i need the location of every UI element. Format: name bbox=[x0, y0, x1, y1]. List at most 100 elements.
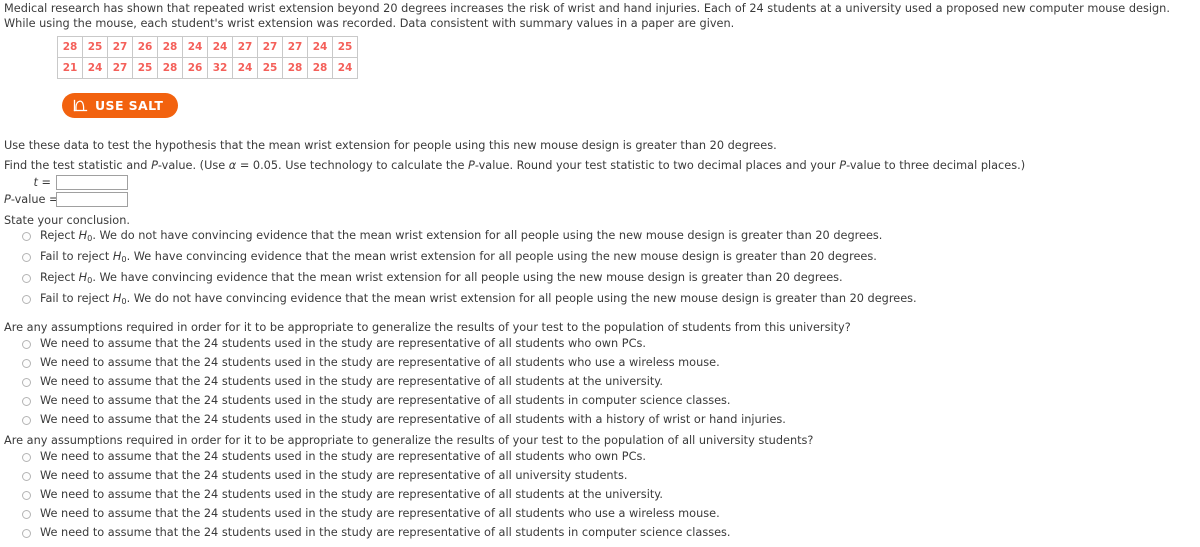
data-cell: 24 bbox=[232, 57, 258, 79]
radio-button[interactable] bbox=[22, 359, 31, 368]
radio-button[interactable] bbox=[22, 253, 31, 262]
data-cell: 25 bbox=[132, 57, 158, 79]
data-cell: 25 bbox=[332, 36, 358, 58]
data-cell: 27 bbox=[257, 36, 283, 58]
conclusion-rest-text: . We have convincing evidence that the m… bbox=[92, 271, 843, 284]
assumption-option-2-label: We need to assume that the 24 students u… bbox=[40, 450, 646, 463]
data-cell: 28 bbox=[157, 36, 183, 58]
radio-button[interactable] bbox=[22, 491, 31, 500]
assumptions-question-1: Are any assumptions required in order fo… bbox=[4, 321, 851, 334]
data-cell: 24 bbox=[82, 57, 108, 79]
data-cell: 26 bbox=[132, 36, 158, 58]
data-table-container: 28 25 27 26 28 24 24 27 27 27 24 25 21 24 27 25 28 26 32 24… bbox=[57, 36, 358, 79]
assumption-option-1-label: We need to assume that the 24 students u… bbox=[40, 413, 786, 426]
data-cell: 32 bbox=[207, 57, 233, 79]
assumption-option-1[interactable]: We need to assume that the 24 students u… bbox=[22, 393, 786, 412]
data-cell: 25 bbox=[82, 36, 108, 58]
radio-button[interactable] bbox=[22, 378, 31, 387]
conclusion-rest-text: . We do not have convincing evidence tha… bbox=[126, 292, 917, 305]
conclusion-option[interactable]: Fail to reject H0. We have convincing ev… bbox=[22, 249, 917, 270]
data-cell: 24 bbox=[182, 36, 208, 58]
data-cell: 24 bbox=[207, 36, 233, 58]
data-cell: 27 bbox=[282, 36, 308, 58]
radio-button[interactable] bbox=[22, 295, 31, 304]
data-cell: 26 bbox=[182, 57, 208, 79]
assumption-option-1[interactable]: We need to assume that the 24 students u… bbox=[22, 374, 786, 393]
assumption-option-1[interactable]: We need to assume that the 24 students u… bbox=[22, 336, 786, 355]
assumption-options-group-2: We need to assume that the 24 students u… bbox=[22, 449, 731, 544]
conclusion-option-label: Reject H0. We do not have convincing evi… bbox=[40, 228, 882, 246]
assumption-option-2-label: We need to assume that the 24 students u… bbox=[40, 526, 731, 539]
decision-text: Reject bbox=[40, 229, 79, 242]
p-value-field-row: P-value = bbox=[4, 191, 128, 207]
assumption-option-2[interactable]: We need to assume that the 24 students u… bbox=[22, 468, 731, 487]
conclusion-option[interactable]: Fail to reject H0. We do not have convin… bbox=[22, 291, 917, 312]
use-salt-label: USE SALT bbox=[95, 98, 164, 113]
use-salt-button[interactable]: USE SALT bbox=[62, 93, 179, 118]
data-table-body: 28 25 27 26 28 24 24 27 27 27 24 25 21 24 27 25 28 26 32 24… bbox=[57, 36, 358, 79]
data-cell: 24 bbox=[332, 57, 358, 79]
conclusion-rest-text: . We do not have convincing evidence tha… bbox=[92, 229, 883, 242]
radio-button[interactable] bbox=[22, 232, 31, 241]
conclusion-rest-text: . We have convincing evidence that the m… bbox=[126, 250, 877, 263]
data-cell: 27 bbox=[107, 57, 133, 79]
data-cell: 28 bbox=[307, 57, 333, 79]
assumption-option-2[interactable]: We need to assume that the 24 students u… bbox=[22, 506, 731, 525]
radio-button[interactable] bbox=[22, 453, 31, 462]
decision-text: Reject bbox=[40, 271, 79, 284]
p-italic-2: P bbox=[468, 159, 475, 172]
data-cell: 24 bbox=[307, 36, 333, 58]
assumption-option-2[interactable]: We need to assume that the 24 students u… bbox=[22, 525, 731, 544]
data-cell: 21 bbox=[57, 57, 83, 79]
radio-button[interactable] bbox=[22, 274, 31, 283]
assumption-option-1-label: We need to assume that the 24 students u… bbox=[40, 337, 646, 350]
find-text-3: = 0.05. Use technology to calculate the bbox=[236, 159, 468, 172]
table-row: 28 25 27 26 28 24 24 27 27 27 24 25 bbox=[57, 36, 358, 58]
conclusion-option[interactable]: Reject H0. We have convincing evidence t… bbox=[22, 270, 917, 291]
t-statistic-input[interactable] bbox=[56, 174, 128, 190]
radio-button[interactable] bbox=[22, 510, 31, 519]
p-value-input[interactable] bbox=[56, 191, 128, 207]
data-cell: 27 bbox=[107, 36, 133, 58]
table-row: 21 24 27 25 28 26 32 24 25 28 28 24 bbox=[57, 57, 358, 79]
assumption-option-2-label: We need to assume that the 24 students u… bbox=[40, 507, 720, 520]
radio-button[interactable] bbox=[22, 416, 31, 425]
h-null-symbol: H bbox=[78, 271, 88, 284]
p-symbol: P bbox=[4, 192, 11, 206]
radio-button[interactable] bbox=[22, 529, 31, 538]
find-statistic-instruction: Find the test statistic and P-value. (Us… bbox=[4, 159, 1025, 173]
h-null-symbol: H bbox=[78, 229, 88, 242]
assumption-option-2[interactable]: We need to assume that the 24 students u… bbox=[22, 449, 731, 468]
p-value-label: P-value = bbox=[4, 192, 59, 206]
assumption-option-2[interactable]: We need to assume that the 24 students u… bbox=[22, 487, 731, 506]
problem-statement: Medical research has shown that repeated… bbox=[4, 2, 1170, 30]
radio-button[interactable] bbox=[22, 472, 31, 481]
exercise-page: Medical research has shown that repeated… bbox=[0, 0, 1200, 547]
assumption-option-2-label: We need to assume that the 24 students u… bbox=[40, 488, 663, 501]
wrist-extension-data-table: 28 25 27 26 28 24 24 27 27 27 24 25 21 24 27 25 28 26 32 24… bbox=[57, 36, 358, 79]
find-text-4: -value. Round your test statistic to two… bbox=[474, 159, 840, 172]
state-conclusion-prompt: State your conclusion. bbox=[4, 214, 130, 227]
t-statistic-label: t = bbox=[4, 176, 56, 189]
data-cell: 28 bbox=[282, 57, 308, 79]
p-italic-1: P bbox=[151, 159, 158, 172]
radio-button[interactable] bbox=[22, 397, 31, 406]
data-cell: 27 bbox=[232, 36, 258, 58]
assumption-option-1[interactable]: We need to assume that the 24 students u… bbox=[22, 355, 786, 374]
t-equals: = bbox=[37, 175, 51, 189]
conclusion-option-label: Reject H0. We have convincing evidence t… bbox=[40, 270, 843, 288]
assumption-option-1-label: We need to assume that the 24 students u… bbox=[40, 375, 663, 388]
decision-text: Fail to reject bbox=[40, 292, 113, 305]
assumption-option-1[interactable]: We need to assume that the 24 students u… bbox=[22, 412, 786, 431]
find-text-2: -value. (Use bbox=[157, 159, 229, 172]
decision-text: Fail to reject bbox=[40, 250, 113, 263]
hypothesis-instruction: Use these data to test the hypothesis th… bbox=[4, 139, 777, 152]
distribution-curve-icon bbox=[73, 98, 88, 113]
assumption-option-1-label: We need to assume that the 24 students u… bbox=[40, 356, 720, 369]
t-statistic-field-row: t = bbox=[4, 174, 128, 190]
radio-button[interactable] bbox=[22, 340, 31, 349]
conclusion-option-label: Fail to reject H0. We do not have convin… bbox=[40, 291, 917, 309]
conclusion-options-group: Reject H0. We do not have convincing evi… bbox=[22, 228, 917, 312]
conclusion-option[interactable]: Reject H0. We do not have convincing evi… bbox=[22, 228, 917, 249]
data-cell: 28 bbox=[157, 57, 183, 79]
